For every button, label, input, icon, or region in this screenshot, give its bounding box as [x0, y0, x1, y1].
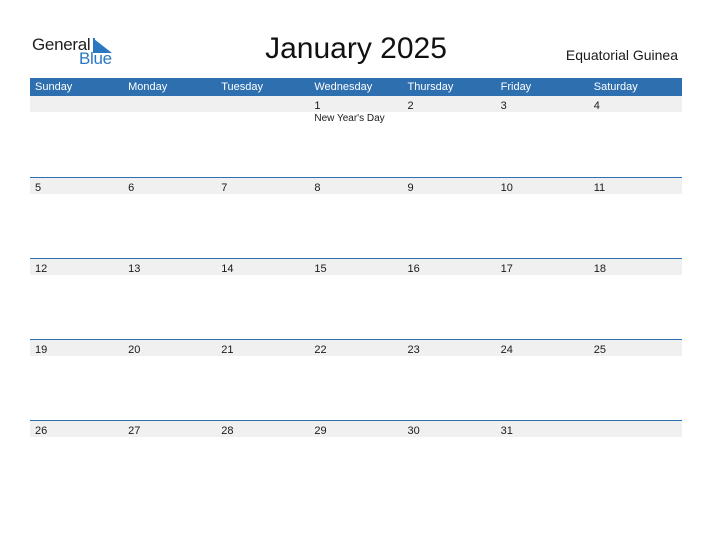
day-cell [589, 421, 682, 437]
holiday-label [216, 112, 309, 126]
weekday-wednesday: Wednesday [314, 81, 373, 93]
day-number: 24 [500, 344, 513, 356]
day-cell: 9 [403, 178, 496, 194]
day-number: 19 [35, 344, 48, 356]
week-row: 12 13 14 15 16 17 18 [30, 258, 682, 339]
day-number: 23 [407, 344, 420, 356]
holiday-label [589, 112, 682, 126]
day-cell [216, 96, 309, 112]
day-number: 17 [500, 263, 513, 275]
day-number: 28 [221, 425, 234, 437]
day-number: 12 [35, 263, 48, 275]
holiday-label [30, 112, 123, 126]
day-cell: 31 [496, 421, 589, 437]
day-number: 8 [314, 182, 321, 194]
day-cell: 2 [403, 96, 496, 112]
day-cell: 17 [496, 259, 589, 275]
day-number: 30 [407, 425, 420, 437]
day-cell: 8 [309, 178, 402, 194]
day-cell [30, 96, 123, 112]
day-cell: 30 [403, 421, 496, 437]
day-cell: 27 [123, 421, 216, 437]
day-number: 9 [407, 182, 414, 194]
day-number: 10 [500, 182, 513, 194]
day-number: 3 [500, 100, 507, 112]
day-cell: 20 [123, 340, 216, 356]
day-number: 15 [314, 263, 327, 275]
day-number: 26 [35, 425, 48, 437]
day-cell [123, 96, 216, 112]
day-cell: 12 [30, 259, 123, 275]
weekday-thursday: Thursday [407, 81, 454, 93]
day-number: 20 [128, 344, 141, 356]
day-cell: 21 [216, 340, 309, 356]
day-cell: 23 [403, 340, 496, 356]
day-cell: 7 [216, 178, 309, 194]
day-cell: 5 [30, 178, 123, 194]
day-number: 16 [407, 263, 420, 275]
weekday-tuesday: Tuesday [221, 81, 264, 93]
weekday-header: Sunday Monday Tuesday Wednesday Thursday… [30, 78, 682, 96]
weekday-saturday: Saturday [593, 81, 638, 93]
holiday-label [496, 112, 589, 126]
holiday-label: New Year's Day [314, 113, 385, 124]
day-number: 2 [407, 100, 414, 112]
date-strip: 12 13 14 15 16 17 18 [30, 259, 682, 275]
calendar-grid: Sunday Monday Tuesday Wednesday Thursday… [30, 78, 682, 501]
day-cell: 6 [123, 178, 216, 194]
day-cell: 10 [496, 178, 589, 194]
day-cell: 3 [496, 96, 589, 112]
day-number: 11 [593, 182, 606, 194]
day-cell: 14 [216, 259, 309, 275]
date-strip: 1 2 3 4 [30, 96, 682, 112]
day-cell: 26 [30, 421, 123, 437]
day-cell: 18 [589, 259, 682, 275]
country-label: Equatorial Guinea [565, 47, 678, 63]
day-cell: 4 [589, 96, 682, 112]
day-number: 27 [128, 425, 141, 437]
day-cell: 19 [30, 340, 123, 356]
events-row: New Year's Day [30, 112, 682, 126]
day-cell: 15 [309, 259, 402, 275]
day-cell: 24 [496, 340, 589, 356]
holiday-label [403, 112, 496, 126]
day-cell: 11 [589, 178, 682, 194]
week-row: 26 27 28 29 30 31 [30, 420, 682, 501]
day-number: 31 [500, 425, 513, 437]
holiday-label [123, 112, 216, 126]
weekday-sunday: Sunday [35, 81, 73, 93]
date-strip: 26 27 28 29 30 31 [30, 421, 682, 437]
day-number: 18 [593, 263, 606, 275]
day-cell: 29 [309, 421, 402, 437]
week-row: 1 2 3 4 New Year's Day [30, 96, 682, 177]
weekday-monday: Monday [128, 81, 168, 93]
week-row: 19 20 21 22 23 24 25 [30, 339, 682, 420]
day-number: 7 [221, 182, 228, 194]
day-number: 4 [593, 100, 600, 112]
day-cell: 28 [216, 421, 309, 437]
day-number: 5 [35, 182, 42, 194]
day-number: 6 [128, 182, 135, 194]
day-number: 14 [221, 263, 234, 275]
week-row: 5 6 7 8 9 10 11 [30, 177, 682, 258]
day-cell: 25 [589, 340, 682, 356]
day-number: 25 [593, 344, 606, 356]
day-cell: 16 [403, 259, 496, 275]
date-strip: 5 6 7 8 9 10 11 [30, 178, 682, 194]
day-number: 13 [128, 263, 141, 275]
day-number: 1 [314, 100, 321, 112]
day-number: 29 [314, 425, 327, 437]
date-strip: 19 20 21 22 23 24 25 [30, 340, 682, 356]
day-cell: 13 [123, 259, 216, 275]
weekday-friday: Friday [500, 81, 532, 93]
day-cell: 22 [309, 340, 402, 356]
day-number: 21 [221, 344, 234, 356]
day-cell: 1 [309, 96, 402, 112]
day-number: 22 [314, 344, 327, 356]
